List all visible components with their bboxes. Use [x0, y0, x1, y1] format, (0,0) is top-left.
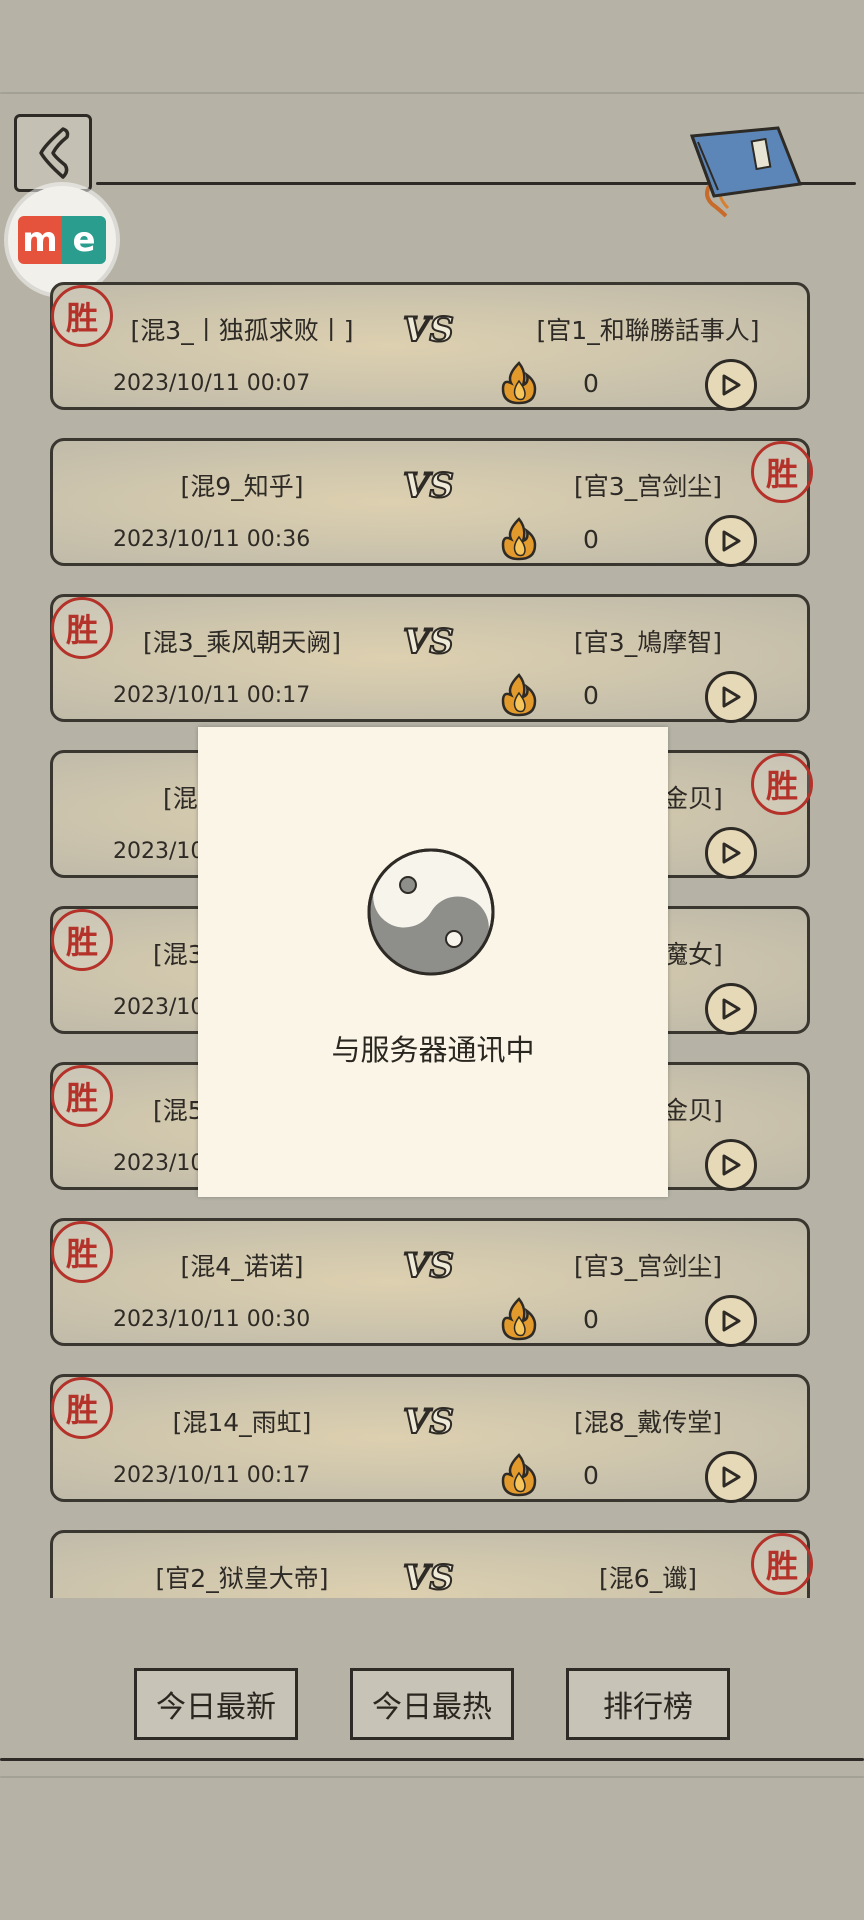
play-icon: [722, 1310, 741, 1332]
me-logo-letter-e: e: [62, 216, 106, 264]
play-button[interactable]: [705, 827, 757, 879]
play-icon: [722, 998, 741, 1020]
victory-seal: 胜: [51, 909, 113, 971]
play-button[interactable]: [705, 1295, 757, 1347]
chevron-left-icon: [39, 127, 70, 179]
vs-icon: VS: [402, 465, 455, 505]
svg-text:VS: VS: [403, 1246, 454, 1285]
left-player-name: [混5: [153, 1096, 204, 1125]
heat-count: 0: [583, 525, 599, 554]
match-date: 2023/10: [113, 839, 205, 864]
match-date: 2023/10/11 00:17: [113, 683, 311, 708]
victory-seal: 胜: [51, 1065, 113, 1127]
vs-icon: VS: [402, 1557, 455, 1597]
match-card[interactable]: 胜 [混4_诺诺] VS [官3_宫剑尘] 2023/10/11 00:30 0: [50, 1218, 810, 1347]
play-icon: [722, 842, 741, 864]
loading-dialog: 与服务器通讯中: [198, 727, 668, 1197]
fire-icon: [501, 673, 537, 717]
svg-text:VS: VS: [403, 466, 454, 505]
tab-today-latest[interactable]: 今日最新: [134, 1668, 298, 1740]
loading-message: 与服务器通讯中: [331, 1033, 535, 1067]
play-button[interactable]: [705, 515, 757, 567]
vs-icon: VS: [402, 621, 455, 661]
play-button[interactable]: [705, 983, 757, 1035]
svg-text:VS: VS: [403, 310, 454, 349]
match-card[interactable]: 胜 [混9_知乎] VS [官3_宫剑尘] 2023/10/11 00:36 0: [50, 438, 813, 567]
me-logo-letter-m: m: [18, 216, 62, 264]
play-icon: [722, 1466, 741, 1488]
match-card[interactable]: 胜 [混14_雨虹] VS [混8_戴传堂] 2023/10/11 00:17 …: [50, 1374, 810, 1503]
svg-text:VS: VS: [403, 1558, 454, 1597]
right-player-name: [官3_宫剑尘]: [574, 1252, 722, 1281]
fire-icon: [501, 1297, 537, 1341]
left-player-name: [混14_雨虹]: [172, 1408, 312, 1437]
tab-leaderboard[interactable]: 排行榜: [566, 1668, 730, 1740]
svg-text:VS: VS: [403, 622, 454, 661]
heat-count: 0: [583, 1461, 599, 1490]
right-player-name: [混6_谶]: [599, 1564, 697, 1593]
right-player-name: [混8_戴传堂]: [574, 1408, 722, 1437]
victory-seal: 胜: [751, 753, 813, 815]
match-card[interactable]: 胜 [混3_乘风朝天阙] VS [官3_鳩摩智] 2023/10/11 00:1…: [50, 594, 810, 723]
tab-today-hottest[interactable]: 今日最热: [350, 1668, 514, 1740]
match-date: 2023/10/11 00:30: [113, 1307, 311, 1332]
right-player-name: 金贝]: [663, 784, 723, 813]
match-card[interactable]: 胜 [官2_狱皇大帝] VS [混6_谶]: [50, 1530, 813, 1598]
play-button[interactable]: [705, 1139, 757, 1191]
play-icon: [722, 530, 741, 552]
left-player-name: [混9_知乎]: [180, 472, 304, 501]
right-player-name: 金贝]: [663, 1096, 723, 1125]
match-date: 2023/10/11 00:07: [113, 371, 311, 396]
right-player-name: [官3_鳩摩智]: [574, 628, 722, 657]
yin-yang-icon: [367, 848, 495, 976]
right-player-name: [官3_宫剑尘]: [574, 472, 722, 501]
left-player-name: [混4_诺诺]: [180, 1252, 304, 1281]
me-logo-tile: m e: [18, 216, 106, 264]
heat-count: 0: [583, 1305, 599, 1334]
left-player-name: [混3_丨独孤求败丨]: [130, 316, 354, 345]
play-button[interactable]: [705, 671, 757, 723]
heat-count: 0: [583, 369, 599, 398]
vs-icon: VS: [402, 309, 455, 349]
me-logo[interactable]: m e: [8, 186, 116, 294]
left-player-name: [混3: [153, 940, 204, 969]
play-button[interactable]: [705, 1451, 757, 1503]
left-player-name: [官2_狱皇大帝]: [155, 1564, 329, 1593]
bottom-frame-line: [0, 1758, 864, 1761]
book-icon[interactable]: [682, 124, 822, 224]
svg-text:VS: VS: [403, 1402, 454, 1441]
heat-count: 0: [583, 681, 599, 710]
vs-icon: VS: [402, 1401, 455, 1441]
left-player-name: [混3_乘风朝天阙]: [143, 628, 341, 657]
play-icon: [722, 374, 741, 396]
top-frame-line: [0, 92, 864, 94]
right-player-name: 魔女]: [663, 940, 723, 969]
match-card[interactable]: 胜 [混3_丨独孤求败丨] VS [官1_和聯勝話事人] 2023/10/11 …: [50, 282, 810, 411]
back-button[interactable]: [14, 114, 92, 192]
bottom-tab-bar: 今日最新 今日最热 排行榜: [0, 1668, 864, 1742]
match-date: 2023/10: [113, 1151, 205, 1176]
play-button[interactable]: [705, 359, 757, 411]
left-player-name: [混: [163, 784, 198, 813]
fire-icon: [501, 517, 537, 561]
play-icon: [722, 686, 741, 708]
match-date: 2023/10/11 00:36: [113, 527, 311, 552]
right-player-name: [官1_和聯勝話事人]: [536, 316, 760, 345]
match-date: 2023/10: [113, 995, 205, 1020]
match-date: 2023/10/11 00:17: [113, 1463, 311, 1488]
bottom-frame-line-2: [0, 1776, 864, 1778]
fire-icon: [501, 1453, 537, 1497]
vs-icon: VS: [402, 1245, 455, 1285]
fire-icon: [501, 361, 537, 405]
play-icon: [722, 1154, 741, 1176]
